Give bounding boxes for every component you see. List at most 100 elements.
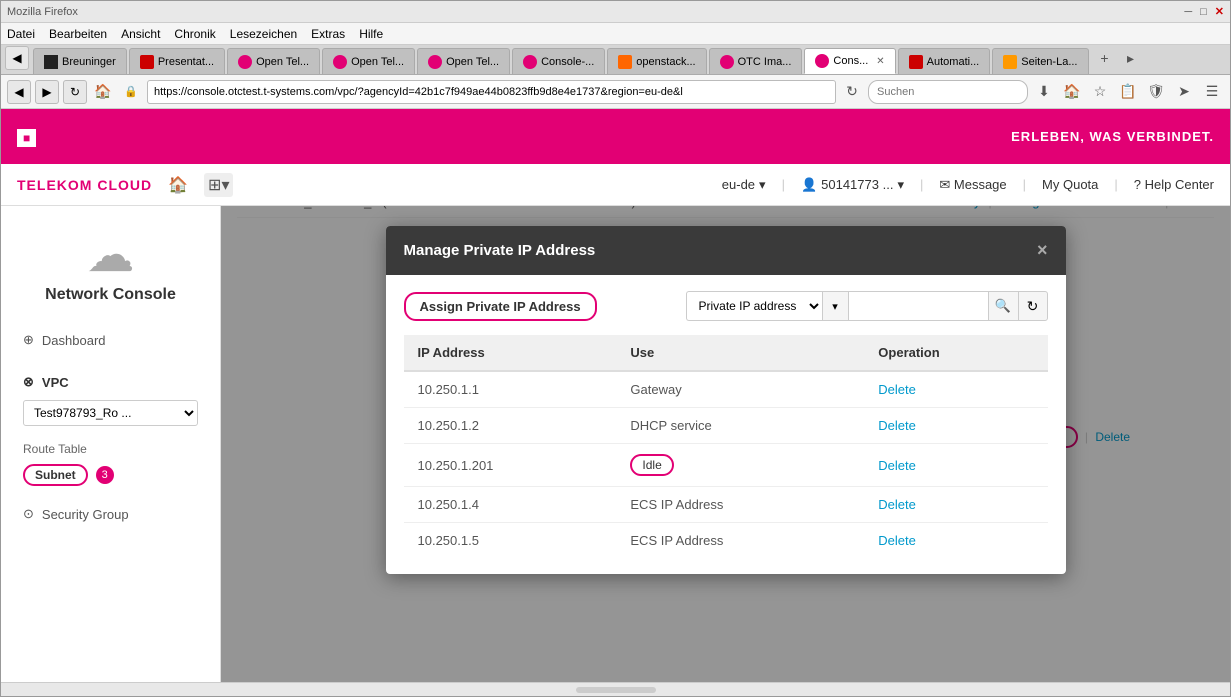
delete-link[interactable]: Delete <box>878 533 916 548</box>
region-selector[interactable]: eu-de ▾ <box>722 177 766 193</box>
table-row: 10.250.1.5 ECS IP Address Delete <box>404 523 1048 559</box>
menu-bearbeiten[interactable]: Bearbeiten <box>49 27 107 41</box>
sidebar-title: Network Console <box>45 286 176 304</box>
menu-ansicht[interactable]: Ansicht <box>121 27 160 41</box>
col-ip-address: IP Address <box>404 335 617 371</box>
subnet-badge-btn[interactable]: Subnet <box>23 464 88 486</box>
table-row: 10.250.1.4 ECS IP Address Delete <box>404 487 1048 523</box>
modal-close-btn[interactable]: × <box>1037 240 1048 261</box>
user-icon: 👤 <box>801 177 817 193</box>
table-row: 10.250.1.2 DHCP service Delete <box>404 408 1048 444</box>
vpc-dropdown[interactable]: Test978793_Ro ... <box>23 400 198 426</box>
menu-datei[interactable]: Datei <box>7 27 35 41</box>
home-nav-icon[interactable]: 🏠 <box>1060 80 1084 104</box>
filter-refresh-btn[interactable]: ↻ <box>1018 291 1048 321</box>
tab-opentel1[interactable]: Open Tel... <box>227 48 320 74</box>
op-cell: Delete <box>864 408 1047 444</box>
menu-extras[interactable]: Extras <box>311 27 345 41</box>
tab-cons-active[interactable]: Cons... ✕ <box>804 48 895 74</box>
close-btn[interactable]: ✕ <box>1215 5 1224 18</box>
refresh-button[interactable]: ↻ <box>63 80 87 104</box>
message-link[interactable]: ✉ Message <box>939 177 1006 193</box>
telekom-favicon2 <box>333 55 347 69</box>
idle-badge: Idle <box>630 454 673 476</box>
modal-overlay: Manage Private IP Address × Assign Priva… <box>221 206 1230 682</box>
tab-console[interactable]: Console-... <box>512 48 605 74</box>
cloud-icon: ☁ <box>87 232 135 280</box>
tab-label: Automati... <box>927 56 980 68</box>
menu-chronik[interactable]: Chronik <box>174 27 215 41</box>
filter-search-btn[interactable]: 🔍 <box>988 291 1018 321</box>
tab-otcima[interactable]: OTC Ima... <box>709 48 803 74</box>
modal-header: Manage Private IP Address × <box>386 226 1066 275</box>
sidebar-logo-section: ☁ Network Console <box>1 222 220 324</box>
header-bar: ■ ERLEBEN, WAS VERBINDET. <box>1 109 1230 164</box>
search-input[interactable] <box>868 80 1028 104</box>
back-button[interactable]: ◀ <box>7 80 31 104</box>
scroll-indicator[interactable] <box>576 687 656 693</box>
url-input[interactable] <box>147 80 836 104</box>
tab-label: Console-... <box>541 56 594 68</box>
modal-title: Manage Private IP Address <box>404 242 596 259</box>
tab-opentel2[interactable]: Open Tel... <box>322 48 415 74</box>
filter-input[interactable] <box>848 291 988 321</box>
menu-icon[interactable]: ☰ <box>1200 80 1224 104</box>
delete-link[interactable]: Delete <box>878 458 916 473</box>
menu-lesezeichen[interactable]: Lesezeichen <box>230 27 297 41</box>
telekom-favicon3 <box>428 55 442 69</box>
tab-label: openstack... <box>636 56 695 68</box>
table-header-row: IP Address Use Operation <box>404 335 1048 371</box>
tab-label: Presentat... <box>158 56 214 68</box>
shield-icon[interactable]: 🛡 <box>1144 80 1168 104</box>
tab-automati[interactable]: Automati... <box>898 48 991 74</box>
subnet-count: 3 <box>96 466 114 484</box>
tab-breuninger[interactable]: Breuninger <box>33 48 127 74</box>
op-cell: Delete <box>864 523 1047 559</box>
forward-button[interactable]: ▶ <box>35 80 59 104</box>
delete-link[interactable]: Delete <box>878 418 916 433</box>
delete-link[interactable]: Delete <box>878 497 916 512</box>
assign-private-ip-btn[interactable]: Assign Private IP Address <box>404 292 597 321</box>
back-btn[interactable]: ◀ <box>5 46 29 70</box>
tab-presentat[interactable]: Presentat... <box>129 48 225 74</box>
nav-grid-icon[interactable]: ⊞▾ <box>204 173 233 197</box>
minimize-btn[interactable]: ─ <box>1184 6 1192 18</box>
tab-label: Seiten-La... <box>1021 56 1077 68</box>
bottom-scroll-bar <box>1 682 1230 696</box>
help-link[interactable]: ? Help Center <box>1134 177 1214 192</box>
sidebar-item-dashboard[interactable]: ⊕ Dashboard <box>13 324 208 356</box>
sep1: | <box>782 177 785 192</box>
maximize-btn[interactable]: □ <box>1200 6 1207 18</box>
main-content: Manage Private IP Address | Delete rver … <box>221 206 1230 682</box>
delete-link[interactable]: Delete <box>878 382 916 397</box>
tab-seiten[interactable]: Seiten-La... <box>992 48 1088 74</box>
header-tagline: ERLEBEN, WAS VERBINDET. <box>1011 129 1214 144</box>
reload-icon[interactable]: ↻ <box>840 80 864 104</box>
sep3: | <box>1023 177 1026 192</box>
sidebar-nav: ⊕ Dashboard ⊗ VPC Test978793_Ro ... <box>1 324 220 530</box>
tab-overflow-btn[interactable]: ▸ <box>1119 46 1143 70</box>
tab-close-icon[interactable]: ✕ <box>876 56 884 67</box>
quota-link[interactable]: My Quota <box>1042 177 1098 192</box>
brand-text: TELEKOM CLOUD <box>17 177 152 193</box>
sidebar-item-security-group[interactable]: ⊙ Security Group <box>13 498 208 530</box>
subnet-section: Route Table Subnet 3 <box>13 438 208 490</box>
nav-home-icon[interactable]: 🏠 <box>168 175 188 195</box>
bookmark-icon[interactable]: ☆ <box>1088 80 1112 104</box>
tab-openstack[interactable]: openstack... <box>607 48 706 74</box>
tab-opentel3[interactable]: Open Tel... <box>417 48 510 74</box>
menu-hilfe[interactable]: Hilfe <box>359 27 383 41</box>
user-selector[interactable]: 👤 50141773 ... ▾ <box>801 177 904 193</box>
new-tab-btn[interactable]: + <box>1093 46 1117 70</box>
download-icon[interactable]: ⬇ <box>1032 80 1056 104</box>
filter-select[interactable]: Private IP address <box>686 291 822 321</box>
telekom-favicon1 <box>238 55 252 69</box>
screenshot-icon[interactable]: 📋 <box>1116 80 1140 104</box>
filter-dropdown-btn[interactable]: ▾ <box>822 291 848 321</box>
security-group-icon: ⊙ <box>23 506 34 522</box>
vpc-icon: ⊗ <box>23 374 34 390</box>
send-icon[interactable]: ➤ <box>1172 80 1196 104</box>
home-button[interactable]: 🏠 <box>91 80 115 104</box>
sidebar-vpc-title[interactable]: ⊗ VPC <box>13 368 208 396</box>
region-dropdown-icon: ▾ <box>759 177 766 193</box>
